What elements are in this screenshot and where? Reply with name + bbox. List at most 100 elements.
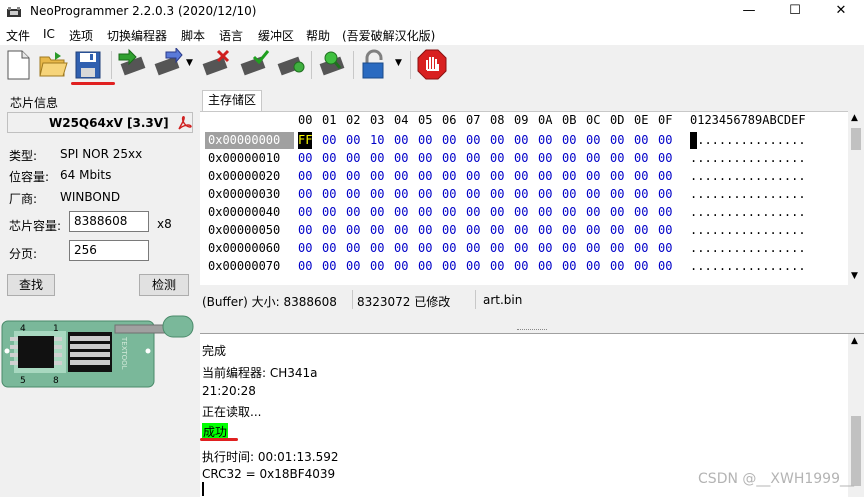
hex-byte[interactable]: 00 xyxy=(466,150,480,167)
hex-byte[interactable]: 00 xyxy=(298,222,312,239)
hex-byte[interactable]: 00 xyxy=(298,150,312,167)
hex-byte[interactable]: 00 xyxy=(634,204,648,221)
menu-buffer[interactable]: 缓冲区 xyxy=(258,27,294,44)
hex-ascii[interactable]: ................ xyxy=(690,204,806,221)
hex-byte[interactable]: 00 xyxy=(658,132,672,149)
hex-byte[interactable]: 00 xyxy=(442,240,456,257)
hex-byte[interactable]: 00 xyxy=(490,240,504,257)
hex-ascii[interactable]: ................ xyxy=(690,258,806,275)
hex-byte[interactable]: 00 xyxy=(490,222,504,239)
hex-byte[interactable]: FF xyxy=(298,132,313,149)
hex-byte[interactable]: 00 xyxy=(346,240,360,257)
hex-byte[interactable]: 00 xyxy=(466,222,480,239)
open-folder-icon[interactable] xyxy=(37,48,69,82)
hex-byte[interactable]: 00 xyxy=(538,204,552,221)
hex-ascii[interactable]: ................ xyxy=(690,240,806,257)
hex-byte[interactable]: 10 xyxy=(370,132,384,149)
hex-byte[interactable]: 00 xyxy=(610,258,624,275)
hex-byte[interactable]: 00 xyxy=(586,168,600,185)
scroll-down-icon[interactable]: ▼ xyxy=(851,271,858,281)
hex-byte[interactable]: 00 xyxy=(466,186,480,203)
hex-byte[interactable]: 00 xyxy=(370,204,384,221)
hex-ascii[interactable]: ................ xyxy=(690,222,806,239)
hex-byte[interactable]: 00 xyxy=(658,222,672,239)
hex-byte[interactable]: 00 xyxy=(538,150,552,167)
hex-byte[interactable]: 00 xyxy=(514,186,528,203)
hex-ascii[interactable]: ................ xyxy=(690,168,806,185)
hex-byte[interactable]: 00 xyxy=(586,150,600,167)
hex-byte[interactable]: 00 xyxy=(394,186,408,203)
hex-byte[interactable]: 00 xyxy=(658,186,672,203)
hex-byte[interactable]: 00 xyxy=(562,132,576,149)
hex-byte[interactable]: 00 xyxy=(514,258,528,275)
hex-byte[interactable]: 00 xyxy=(298,258,312,275)
hex-byte[interactable]: 00 xyxy=(514,132,528,149)
hex-byte[interactable]: 00 xyxy=(442,132,456,149)
read-chip-icon[interactable] xyxy=(116,48,148,82)
hex-byte[interactable]: 00 xyxy=(586,204,600,221)
hex-byte[interactable]: 00 xyxy=(370,240,384,257)
hex-byte[interactable]: 00 xyxy=(490,186,504,203)
close-button[interactable]: ✕ xyxy=(818,0,864,24)
menu-options[interactable]: 选项 xyxy=(69,27,93,44)
hex-byte[interactable]: 00 xyxy=(322,204,336,221)
maximize-button[interactable]: ☐ xyxy=(772,0,818,24)
hex-byte[interactable]: 00 xyxy=(322,240,336,257)
hex-byte[interactable]: 00 xyxy=(370,186,384,203)
hex-byte[interactable]: 00 xyxy=(538,240,552,257)
hex-byte[interactable]: 00 xyxy=(442,258,456,275)
hex-byte[interactable]: 00 xyxy=(610,186,624,203)
menu-switch-programmer[interactable]: 切换编程器 xyxy=(107,27,167,44)
hex-byte[interactable]: 00 xyxy=(634,240,648,257)
hex-byte[interactable]: 00 xyxy=(346,258,360,275)
hex-byte[interactable]: 00 xyxy=(490,150,504,167)
erase-chip-icon[interactable] xyxy=(200,48,232,82)
hex-byte[interactable]: 00 xyxy=(514,204,528,221)
hex-byte[interactable]: 00 xyxy=(346,150,360,167)
hex-scrollbar[interactable]: ▲ ▼ xyxy=(848,111,864,285)
hex-byte[interactable]: 00 xyxy=(466,258,480,275)
minimize-button[interactable]: — xyxy=(726,0,772,24)
chip-size-field[interactable]: 8388608 xyxy=(69,211,149,232)
hex-byte[interactable]: 00 xyxy=(658,204,672,221)
hex-byte[interactable]: 00 xyxy=(658,258,672,275)
hex-byte[interactable]: 00 xyxy=(538,258,552,275)
hex-byte[interactable]: 00 xyxy=(586,240,600,257)
hex-byte[interactable]: 00 xyxy=(394,222,408,239)
hex-byte[interactable]: 00 xyxy=(562,258,576,275)
hex-byte[interactable]: 00 xyxy=(418,132,432,149)
hex-byte[interactable]: 00 xyxy=(370,222,384,239)
hex-byte[interactable]: 00 xyxy=(634,168,648,185)
hex-byte[interactable]: 00 xyxy=(562,186,576,203)
hex-byte[interactable]: 00 xyxy=(490,258,504,275)
hex-byte[interactable]: 00 xyxy=(562,240,576,257)
hex-byte[interactable]: 00 xyxy=(562,222,576,239)
hex-ascii[interactable]: ................ xyxy=(690,150,806,167)
hex-byte[interactable]: 00 xyxy=(538,186,552,203)
hex-byte[interactable]: 00 xyxy=(658,240,672,257)
hex-byte[interactable]: 00 xyxy=(418,186,432,203)
log-scroll-up-icon[interactable]: ▲ xyxy=(851,336,858,346)
hex-byte[interactable]: 00 xyxy=(634,132,648,149)
hex-byte[interactable]: 00 xyxy=(322,186,336,203)
hex-byte[interactable]: 00 xyxy=(610,132,624,149)
hex-byte[interactable]: 00 xyxy=(538,168,552,185)
hex-byte[interactable]: 00 xyxy=(394,204,408,221)
hex-byte[interactable]: 00 xyxy=(562,168,576,185)
hex-byte[interactable]: 00 xyxy=(298,168,312,185)
menu-ic[interactable]: IC xyxy=(43,27,55,41)
hex-byte[interactable]: 00 xyxy=(442,150,456,167)
hex-byte[interactable]: 00 xyxy=(442,222,456,239)
hex-byte[interactable]: 00 xyxy=(442,186,456,203)
hex-byte[interactable]: 00 xyxy=(490,204,504,221)
hex-byte[interactable]: 00 xyxy=(418,222,432,239)
hex-byte[interactable]: 00 xyxy=(442,204,456,221)
hex-byte[interactable]: 00 xyxy=(634,222,648,239)
hex-byte[interactable]: 00 xyxy=(418,150,432,167)
hex-byte[interactable]: 00 xyxy=(346,132,360,149)
verify-chip-icon[interactable] xyxy=(238,48,270,82)
hex-byte[interactable]: 00 xyxy=(634,150,648,167)
hex-byte[interactable]: 00 xyxy=(586,222,600,239)
hex-byte[interactable]: 00 xyxy=(394,240,408,257)
save-disk-icon[interactable] xyxy=(72,48,104,82)
